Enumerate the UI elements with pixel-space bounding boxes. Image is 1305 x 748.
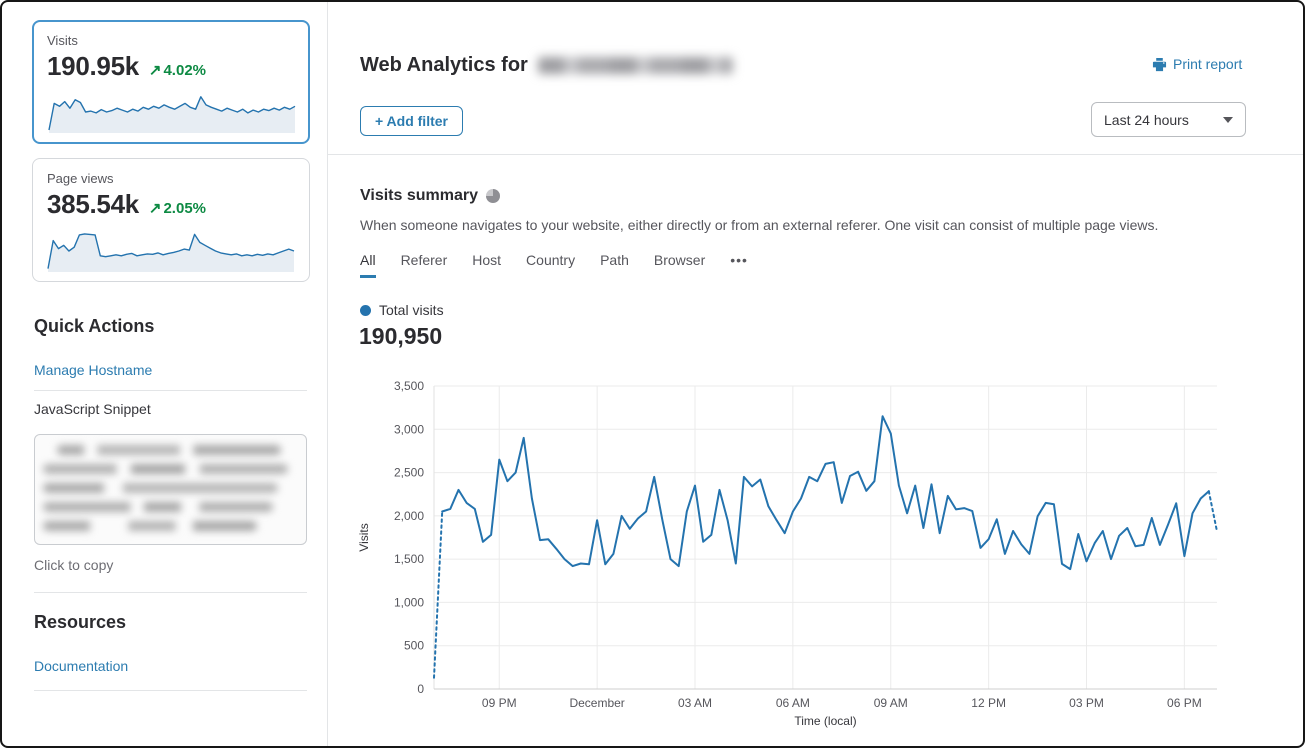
redacted-code-line [43, 521, 257, 531]
metric-card-value: 385.54k [47, 189, 139, 220]
manage-hostname-link[interactable]: Manage Hostname [34, 362, 152, 378]
tab-all[interactable]: All [360, 252, 376, 278]
redacted-code-line [43, 502, 273, 512]
svg-text:09 PM: 09 PM [482, 696, 517, 710]
help-icon[interactable] [486, 189, 500, 203]
trend-up-icon: ↗ [149, 200, 162, 217]
svg-text:06 AM: 06 AM [776, 696, 810, 710]
metric-card-title: Visits [47, 33, 295, 48]
svg-text:1,000: 1,000 [394, 595, 424, 609]
metric-card-value: 190.95k [47, 51, 139, 82]
svg-text:09 AM: 09 AM [874, 696, 908, 710]
metric-card-page-views[interactable]: Page views 385.54k ↗2.05% [32, 158, 310, 282]
svg-text:3,000: 3,000 [394, 422, 424, 436]
divider [34, 690, 307, 691]
svg-text:2,000: 2,000 [394, 509, 424, 523]
chevron-down-icon [1223, 117, 1233, 123]
svg-text:03 AM: 03 AM [678, 696, 712, 710]
svg-text:12 PM: 12 PM [971, 696, 1006, 710]
metric-delta: ↗2.05% [149, 199, 206, 217]
svg-text:1,500: 1,500 [394, 552, 424, 566]
metric-card-visits[interactable]: Visits 190.95k ↗4.02% [32, 20, 310, 144]
tab-country[interactable]: Country [526, 252, 575, 278]
redacted-code-line [57, 445, 281, 455]
tab-host[interactable]: Host [472, 252, 501, 278]
redacted-code-line [43, 483, 278, 493]
legend-label: Total visits [379, 302, 444, 318]
chart-container: 0 500 1,000 1,500 2,000 2,500 3,000 3,500 09 PM D… [354, 368, 1229, 741]
tab-browser[interactable]: Browser [654, 252, 705, 278]
trend-up-icon: ↗ [149, 62, 162, 79]
metric-delta: ↗4.02% [149, 61, 206, 79]
printer-icon [1152, 57, 1167, 72]
svg-text:06 PM: 06 PM [1167, 696, 1202, 710]
add-filter-button[interactable]: + Add filter [360, 106, 463, 136]
total-visits-value: 190,950 [359, 323, 442, 350]
chart-legend: Total visits [360, 302, 444, 318]
sidebar-divider [327, 2, 328, 748]
svg-text:Visits: Visits [357, 523, 371, 551]
svg-text:December: December [569, 696, 624, 710]
javascript-snippet-codebox[interactable] [34, 434, 307, 545]
visits-summary-description: When someone navigates to your website, … [360, 217, 1210, 233]
page-views-sparkline [47, 227, 295, 273]
documentation-link[interactable]: Documentation [34, 658, 128, 674]
time-range-dropdown[interactable]: Last 24 hours [1091, 102, 1246, 137]
visits-sparkline [48, 88, 296, 134]
visits-summary-title: Visits summary [360, 187, 500, 205]
svg-text:Time (local): Time (local) [794, 714, 856, 728]
svg-text:03 PM: 03 PM [1069, 696, 1104, 710]
visits-line-chart: 0 500 1,000 1,500 2,000 2,500 3,000 3,500 09 PM D… [354, 368, 1229, 736]
svg-text:0: 0 [417, 682, 424, 696]
page-title: Web Analytics for [360, 54, 733, 77]
javascript-snippet-label: JavaScript Snippet [34, 401, 151, 417]
header-divider [328, 154, 1305, 155]
resources-heading: Resources [34, 612, 126, 633]
tab-referer[interactable]: Referer [401, 252, 448, 278]
tabs-more-button[interactable]: ••• [730, 252, 748, 278]
svg-text:2,500: 2,500 [394, 466, 424, 480]
metric-card-title: Page views [47, 171, 295, 186]
tab-path[interactable]: Path [600, 252, 629, 278]
redacted-code-line [43, 464, 288, 474]
divider [34, 592, 307, 593]
svg-text:500: 500 [404, 639, 424, 653]
web-analytics-page: Visits 190.95k ↗4.02% Page views 385.54k… [0, 0, 1305, 748]
legend-dot-icon [360, 305, 371, 316]
time-range-value: Last 24 hours [1104, 112, 1189, 128]
svg-text:3,500: 3,500 [394, 379, 424, 393]
print-report-label: Print report [1173, 56, 1242, 72]
divider [34, 390, 307, 391]
dimension-tabs: All Referer Host Country Path Browser ••… [360, 252, 748, 278]
print-report-button[interactable]: Print report [1152, 56, 1242, 72]
redacted-domain [538, 57, 733, 74]
quick-actions-heading: Quick Actions [34, 316, 154, 337]
click-to-copy-hint: Click to copy [34, 557, 113, 573]
